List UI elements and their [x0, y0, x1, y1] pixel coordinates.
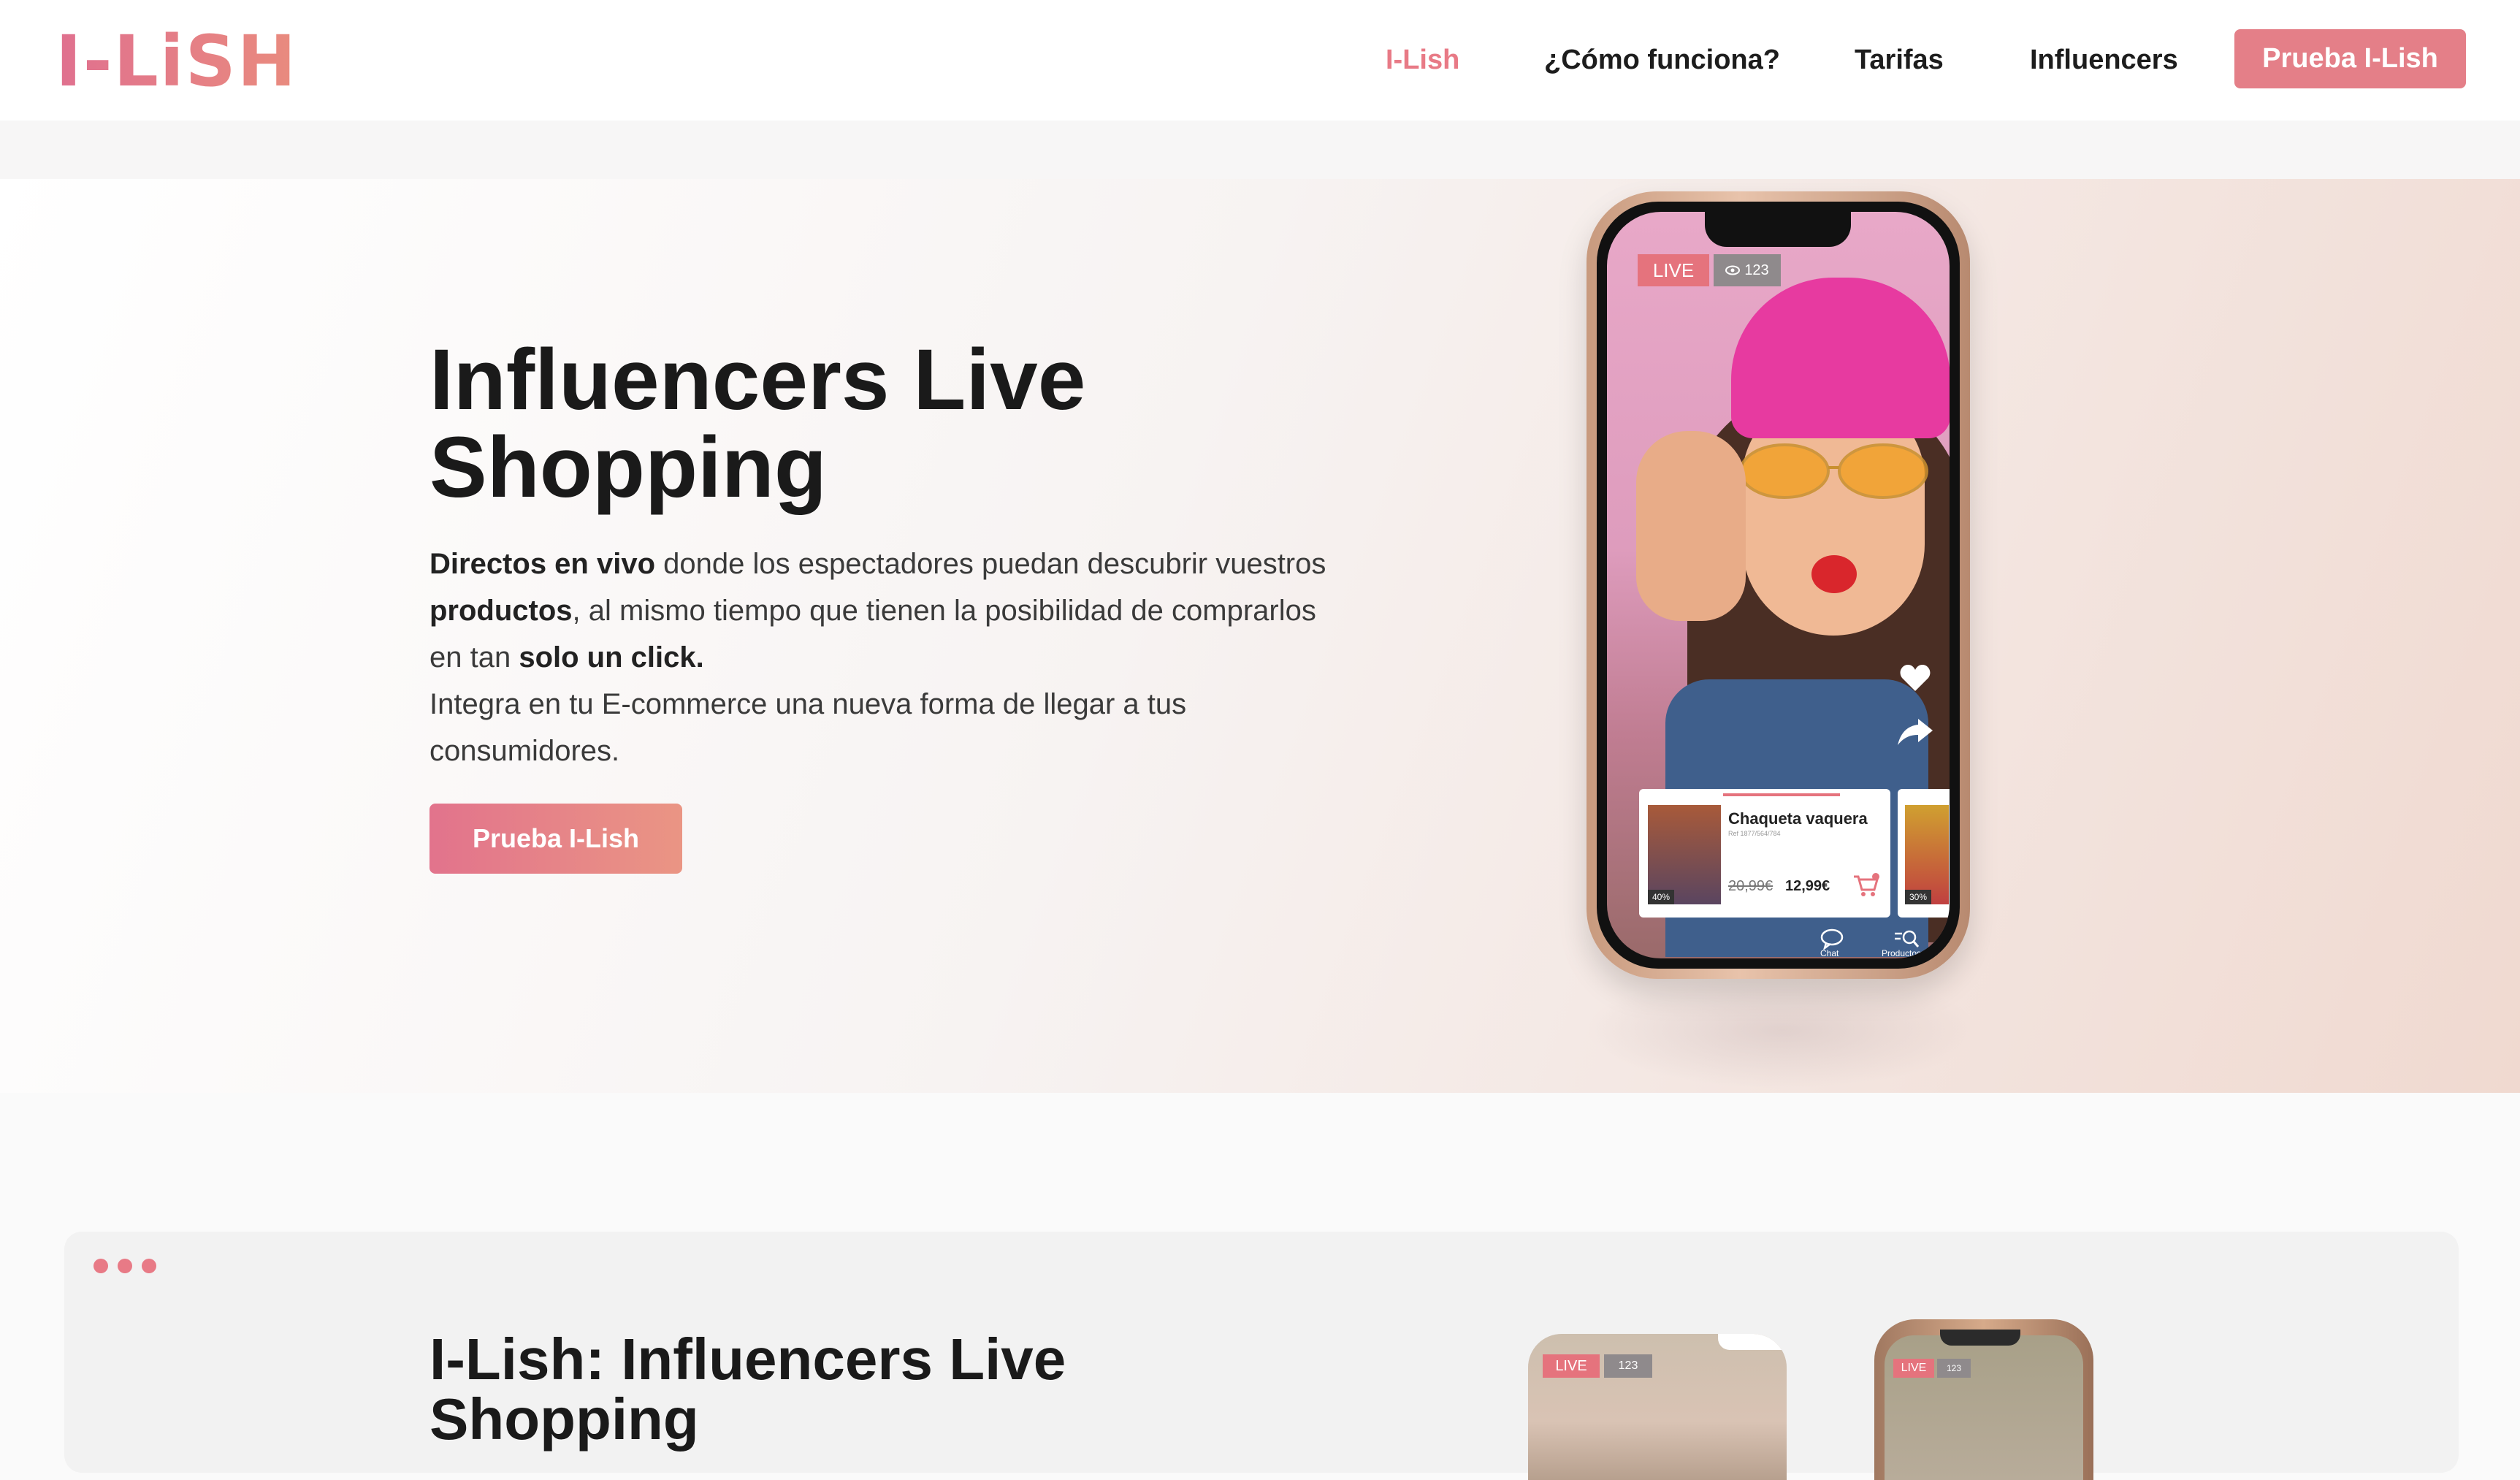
share-icon[interactable] — [1896, 716, 1934, 748]
search-icon[interactable] — [1893, 928, 1920, 950]
desc-text-1: donde los espectadores puedan descubrir … — [655, 548, 1326, 580]
chat-icon[interactable] — [1819, 928, 1845, 950]
product-card[interactable]: 40% Chaqueta vaquera Ref 1877/564/784 20… — [1639, 789, 1890, 918]
product-price-old: 20,99€ — [1728, 878, 1773, 894]
product-name: Chaqueta vaquera — [1728, 809, 1868, 828]
site-header: I-LiSH I-Lish ¿Cómo funciona? Tarifas In… — [0, 0, 2520, 121]
feature-card — [64, 1232, 2459, 1473]
sunglasses-graphic — [1739, 443, 1928, 499]
model-hand — [1636, 431, 1746, 621]
logo-text: I-LiSH — [56, 20, 298, 102]
window-dot-2 — [118, 1259, 132, 1273]
products-tab-label: Productos — [1882, 948, 1922, 958]
viewer-count: 123 — [1714, 254, 1781, 286]
product-discount-badge: 40% — [1648, 890, 1674, 904]
product-ref: Ref 1877/564/784 — [1728, 830, 1781, 837]
hero-cta-button[interactable]: Prueba I-Lish — [429, 804, 682, 874]
eye-icon — [1725, 265, 1741, 275]
phone-shadow — [1585, 972, 1979, 1088]
section-title: I-Lish: Influencers Live Shopping — [429, 1327, 1066, 1452]
header-cta-button[interactable]: Prueba I-Lish — [2234, 29, 2466, 88]
cart-icon[interactable] — [1851, 871, 1880, 900]
mini-phone-2-screen — [1885, 1335, 2083, 1480]
mini-phone-2-notch — [1940, 1330, 2020, 1346]
desc-bold-1: Directos en vivo — [429, 548, 656, 580]
hero-top-strip — [0, 121, 2520, 179]
model-lips — [1811, 555, 1857, 593]
brand-logo[interactable]: I-LiSH — [56, 26, 297, 96]
mini-phone-1-notch — [1718, 1334, 1784, 1350]
live-badge: LIVE — [1638, 254, 1709, 286]
chat-tab-label: Chat — [1820, 948, 1839, 958]
desc-paragraph-2: Integra en tu E-commerce una nueva forma… — [429, 688, 1187, 767]
product-discount-badge-2: 30% — [1905, 890, 1931, 904]
nav-item-influencers[interactable]: Influencers — [2030, 41, 2178, 79]
mini-live-badge-2: LIVE — [1893, 1359, 1934, 1378]
mini-viewer-count-1: 123 — [1604, 1354, 1652, 1378]
nav-item-como-funciona[interactable]: ¿Cómo funciona? — [1544, 41, 1780, 79]
mini-viewer-count-2: 123 — [1937, 1359, 1971, 1378]
desc-bold-2: productos — [429, 595, 573, 627]
desc-bold-3: solo un click. — [519, 641, 704, 674]
product-progress-bar — [1723, 793, 1840, 796]
product-card-2[interactable]: 30% — [1898, 789, 1950, 918]
mini-phone-1: LIVE 123 — [1528, 1334, 1787, 1480]
viewer-count-value: 123 — [1744, 262, 1769, 278]
phone-screen: LIVE 123 40% Chaqueta vaquera Ref 1877/5… — [1607, 212, 1950, 958]
window-dot-1 — [93, 1259, 108, 1273]
phone-mockup: LIVE 123 40% Chaqueta vaquera Ref 1877/5… — [1587, 191, 1970, 979]
product-price-new: 12,99€ — [1785, 878, 1830, 894]
mini-live-badge-1: LIVE — [1543, 1354, 1600, 1378]
model-beanie — [1731, 278, 1950, 438]
nav-item-ilish[interactable]: I-Lish — [1386, 41, 1459, 79]
mini-phone-2: LIVE 123 — [1874, 1319, 2093, 1480]
window-dot-3 — [142, 1259, 156, 1273]
phone-notch — [1705, 212, 1851, 247]
nav-item-tarifas[interactable]: Tarifas — [1855, 41, 1944, 79]
heart-icon[interactable] — [1899, 663, 1931, 693]
hero-description: Directos en vivo donde los espectadores … — [429, 541, 1328, 774]
hero-title: Influencers Live Shopping — [429, 332, 1086, 516]
